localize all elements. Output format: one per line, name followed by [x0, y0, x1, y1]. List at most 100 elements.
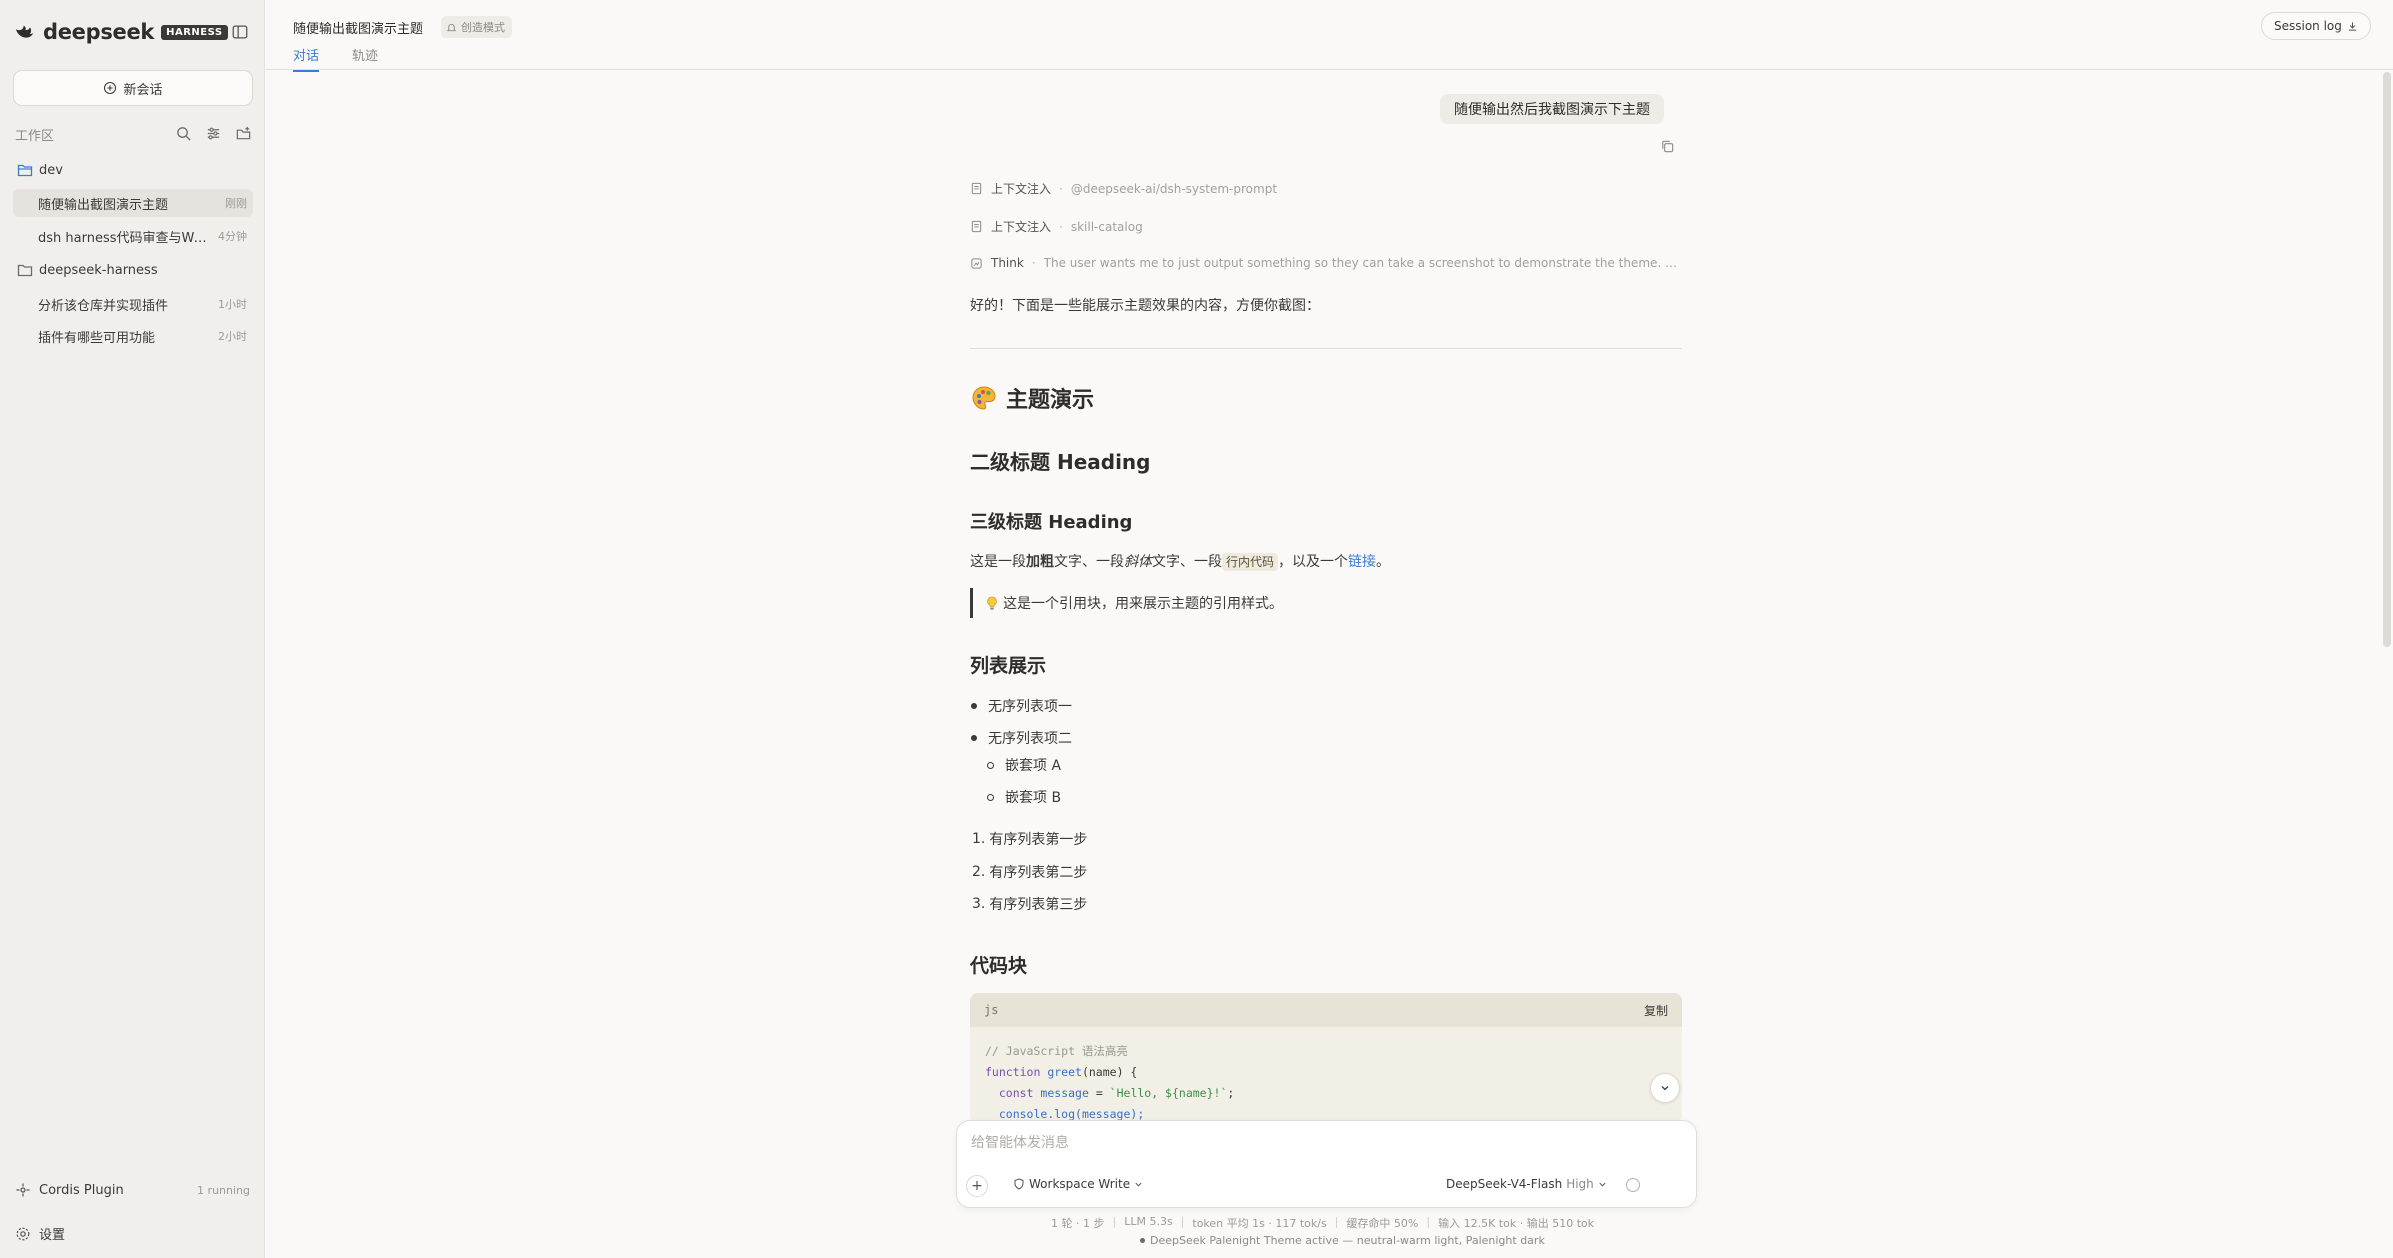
session-time: 4分钟 [218, 230, 247, 243]
new-chat-button[interactable]: 新会话 [13, 70, 253, 106]
list-item-text: 无序列表项二 [988, 731, 1072, 747]
meta-label: 上下文注入 [991, 220, 1052, 234]
code-text: (name) { [1081, 1065, 1138, 1079]
list-item-text: 有序列表第三步 [989, 897, 1088, 913]
divider [970, 348, 1682, 349]
chevron-down-icon [1135, 1182, 1142, 1187]
user-message: 随便输出然后我截图演示下主题 [1440, 94, 1664, 124]
workspace-label: 工作区 [15, 128, 55, 144]
list-number: 1. [972, 831, 986, 847]
palette-icon [972, 386, 996, 410]
brand-badge: HARNESS [161, 24, 228, 40]
stat-item: 输入 12.5K tok · 输出 510 tok [1438, 1217, 1595, 1230]
quote-text: 这是一个引用块，用来展示主题的引用样式。 [1003, 596, 1283, 612]
session-title: 随便输出截图演示主题 [38, 197, 169, 213]
meta-separator: · [1059, 181, 1063, 196]
session-time: 刚刚 [225, 197, 247, 210]
search-icon[interactable] [175, 125, 193, 143]
text-run: 文字、一段 [1152, 554, 1222, 570]
settings-item[interactable]: 设置 [15, 1224, 250, 1243]
code-header: js 复制 [970, 993, 1682, 1027]
context-injection-row[interactable]: 上下文注入 · @deepseek-ai/dsh-system-prompt [970, 180, 1682, 197]
theme-status-text: DeepSeek Palenight Theme active — neutra… [1150, 1234, 1545, 1247]
list-number: 2. [972, 864, 986, 880]
chevron-down-icon [1599, 1182, 1606, 1187]
list-item: 无序列表项二 [971, 728, 1072, 748]
topbar: 随便输出截图演示主题 创造模式 对话 轨迹 Session log [266, 0, 2393, 72]
think-row[interactable]: Think · The user wants me to just output… [970, 256, 1682, 270]
list-item-text: 有序列表第一步 [989, 832, 1088, 848]
new-folder-icon[interactable] [235, 125, 253, 143]
session-item[interactable]: 随便输出截图演示主题 刚刚 [13, 189, 253, 217]
permission-label: Workspace Write [1029, 1177, 1131, 1191]
effort-level: High [1566, 1177, 1594, 1191]
folder-deepseek-harness[interactable]: deepseek-harness [17, 262, 158, 278]
code-line: const message = `Hello, ${name}!`; [985, 1083, 1667, 1104]
session-item[interactable]: 插件有哪些可用功能 2小时 [13, 322, 253, 350]
attach-button[interactable]: + [966, 1175, 988, 1197]
meta-value: skill-catalog [1070, 219, 1143, 234]
heading-1-text: 主题演示 [1006, 388, 1095, 413]
session-log-label: Session log [2274, 19, 2342, 33]
code-line: // JavaScript 语法高亮 [985, 1044, 1128, 1058]
brain-icon [971, 257, 982, 269]
code-block: js 复制 // JavaScript 语法高亮 function greet(… [970, 993, 1682, 1123]
composer: + Workspace Write DeepSeek-V4-Flash High [956, 1120, 1697, 1208]
nested-list-item: 嵌套项 B [987, 787, 1061, 807]
sidebar: deepseek HARNESS 新会话 工作区 dev 随便输出截图演示主题 … [0, 0, 265, 1258]
copy-icon[interactable] [1660, 139, 1678, 157]
meta-separator: · [1059, 219, 1063, 234]
meta-separator: · [1031, 256, 1036, 270]
plus-circle-icon [104, 81, 117, 95]
code-copy-button[interactable]: 复制 [1644, 1002, 1668, 1019]
bullet [987, 761, 994, 769]
status-circle-icon[interactable] [1626, 1178, 1640, 1192]
heading-1: 主题演示 [970, 382, 1682, 414]
session-item[interactable]: dsh harness代码审查与Web... 4分钟 [13, 222, 253, 250]
text-run: 这是一段 [970, 554, 1026, 570]
nested-list-item: 嵌套项 A [987, 755, 1061, 775]
blockquote: 这是一个引用块，用来展示主题的引用样式。 [970, 588, 1283, 618]
session-time: 2小时 [218, 330, 247, 343]
text-run: 。 [1376, 554, 1391, 570]
session-item[interactable]: 分析该仓库并实现插件 1小时 [13, 290, 253, 318]
list-item: 无序列表项一 [971, 696, 1072, 716]
shield-icon [1014, 1178, 1024, 1190]
italic-text: 斜体 [1124, 554, 1152, 570]
code-function: greet [1047, 1065, 1082, 1079]
context-injection-row[interactable]: 上下文注入 · skill-catalog [970, 218, 1682, 235]
tab-chat[interactable]: 对话 [293, 45, 320, 72]
brand[interactable]: deepseek HARNESS [14, 20, 228, 44]
plugin-icon [16, 1183, 30, 1197]
session-log-button[interactable]: Session log [2261, 12, 2371, 40]
sidebar-toggle-icon[interactable] [231, 23, 251, 43]
mode-badge[interactable]: 创造模式 [441, 16, 512, 38]
meta-label: 上下文注入 [991, 182, 1052, 196]
rich-paragraph: 这是一段加粗文字、一段斜体文字、一段 行内代码 ，以及一个链接。 [970, 551, 1682, 571]
permission-selector[interactable]: Workspace Write [1013, 1177, 1143, 1191]
code-keyword: function [985, 1065, 1041, 1079]
message-input[interactable] [971, 1135, 1671, 1151]
tab-trace[interactable]: 轨迹 [352, 45, 378, 70]
stat-item: 缓存命中 50% [1346, 1217, 1419, 1230]
code-heading: 代码块 [970, 955, 1028, 977]
session-title: 分析该仓库并实现插件 [38, 298, 169, 314]
bullet [971, 735, 977, 741]
folder-dev[interactable]: dev [17, 162, 63, 178]
workspace-header: 工作区 [15, 124, 253, 144]
link[interactable]: 链接 [1348, 554, 1376, 570]
whale-logo-icon [15, 25, 34, 38]
scrollbar-thumb[interactable] [2383, 72, 2391, 647]
settings-label: 设置 [39, 1228, 66, 1243]
ordered-list-item: 3. 有序列表第三步 [972, 894, 1087, 914]
mode-label: 创造模式 [461, 21, 505, 34]
model-selector[interactable]: DeepSeek-V4-Flash High [1446, 1177, 1607, 1191]
list-item-text: 无序列表项一 [988, 699, 1072, 715]
bell-icon [446, 23, 457, 31]
filter-icon[interactable] [205, 125, 223, 143]
session-time: 1小时 [218, 298, 247, 311]
cordis-plugin-item[interactable]: Cordis Plugin 1 running [15, 1182, 250, 1198]
scroll-to-bottom-button[interactable] [1650, 1073, 1680, 1103]
code-text: console.log(message); [998, 1107, 1145, 1121]
list-heading: 列表展示 [970, 655, 1047, 677]
